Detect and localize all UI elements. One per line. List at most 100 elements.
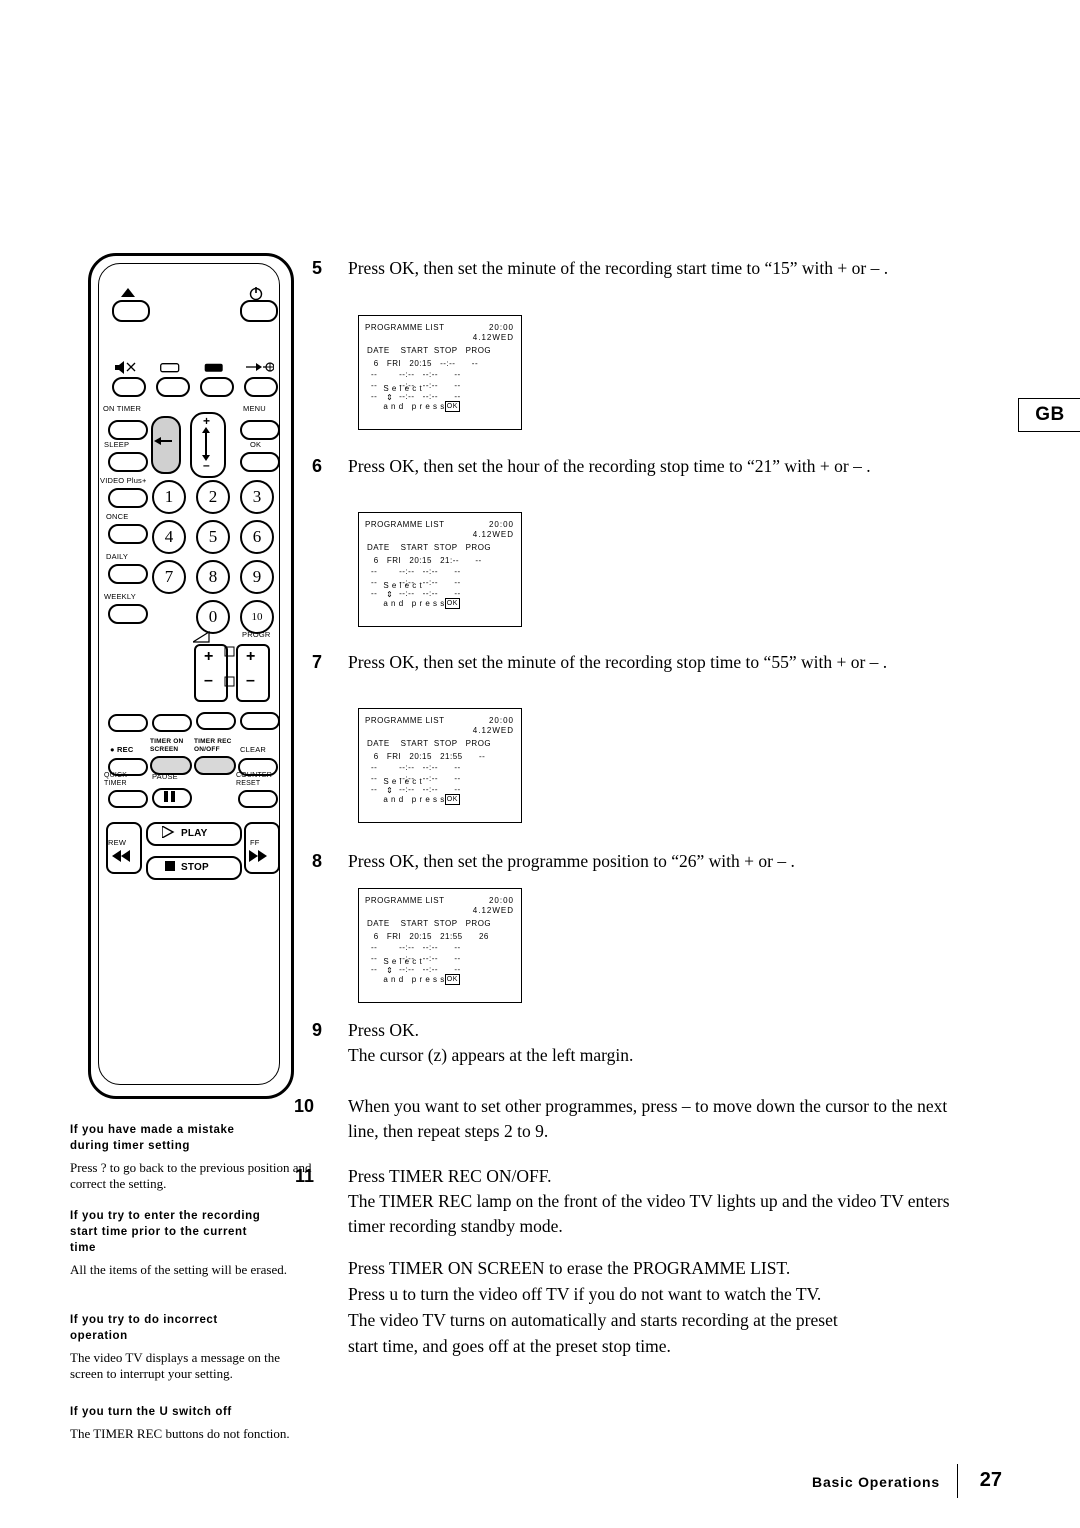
osd-1-title: PROGRAMME LIST	[365, 323, 445, 332]
pause-icon	[164, 791, 175, 802]
label-quick-timer: QUICK TIMER	[104, 772, 128, 787]
note-1-body: Press ? to go back to the previous posit…	[70, 1160, 312, 1191]
closing-line-1: Press TIMER ON SCREEN to erase the PROGR…	[348, 1258, 791, 1278]
osd-3-ok-badge: OK	[444, 794, 460, 805]
video-plus-button	[108, 488, 148, 508]
osd-2-ok-badge: OK	[444, 598, 460, 609]
key-8: 8	[196, 560, 230, 594]
osd-2-row-1: 6 FRI 20:15 21:-- --	[371, 556, 482, 565]
label-pause: PAUSE	[152, 772, 178, 781]
note-2-heading: If you try to enter the recording start …	[70, 1210, 261, 1254]
label-weekly: WEEKLY	[104, 592, 136, 601]
weekly-button	[108, 604, 148, 624]
note-1-heading: If you have made a mistake during timer …	[70, 1124, 235, 1152]
osd-1-ok-badge: OK	[444, 401, 460, 412]
label-video-plus: VIDEO Plus+	[100, 476, 147, 485]
osd-2-header: DATE START STOP PROG	[367, 543, 492, 552]
mute-icon	[115, 361, 136, 374]
page-number: 27	[979, 1469, 1002, 1491]
label-rec: ● REC	[110, 745, 134, 754]
osd-2-footer-and-press: a n d p r e s s	[383, 599, 445, 608]
eject-button	[112, 300, 150, 322]
osd-1-footer: S e l e c t ⇕ a n d p r e s s OK	[367, 375, 460, 422]
updown-glyph-icon: ⇕	[383, 966, 396, 975]
osd-2-footer: S e l e c t ⇕ a n d p r e s s OK	[367, 572, 460, 619]
osd-1-header: DATE START STOP PROG	[367, 346, 492, 355]
function-button-1	[108, 714, 148, 732]
key-6: 6	[240, 520, 274, 554]
volume-up-label: +	[204, 648, 214, 665]
label-ff: FF	[250, 838, 260, 847]
note-4-body: The TIMER REC buttons do not fonction.	[70, 1426, 290, 1441]
footer-section-label: Basic Operations	[812, 1474, 940, 1490]
ok-button	[240, 452, 280, 472]
dpad-plus-label: +	[203, 414, 211, 428]
counter-reset-button	[238, 790, 278, 808]
function-button-4	[240, 712, 280, 730]
updown-glyph-icon: ⇕	[383, 786, 396, 795]
key-3: 3	[240, 480, 274, 514]
note-3-body: The video TV displays a message on the s…	[70, 1350, 281, 1381]
step-9-text: Press OK. The cursor (z) appears at the …	[348, 1020, 634, 1065]
note-4-heading: If you turn the U switch off	[70, 1406, 232, 1418]
play-icon	[162, 826, 175, 838]
label-clear: CLEAR	[240, 745, 267, 754]
osd-1-row-1: 6 FRI 20:15 --:-- --	[371, 359, 479, 368]
osd-4-ok-badge: OK	[444, 974, 460, 985]
display-button	[156, 377, 190, 397]
key-0: 0	[196, 600, 230, 634]
step-9-number: 9	[311, 1020, 322, 1040]
left-arrow-icon	[154, 437, 172, 445]
rewind-icon	[112, 850, 130, 862]
menu-button	[240, 420, 280, 440]
daily-button	[108, 564, 148, 584]
key-1: 1	[152, 480, 186, 514]
rew-button	[106, 822, 142, 874]
timer-rec-onoff-button	[194, 756, 236, 775]
osd-3-footer-and-press: a n d p r e s s	[383, 795, 445, 804]
key-ten-plus: 10	[240, 600, 274, 634]
step-8-text: Press OK, then set the programme positio…	[348, 851, 795, 871]
gb-language-tab: GB	[1018, 398, 1080, 432]
key-4: 4	[152, 520, 186, 554]
osd-2-date: 4.12WED	[472, 530, 514, 539]
function-button-2	[152, 714, 192, 732]
label-progr: PROGR	[242, 630, 271, 639]
key-7: 7	[152, 560, 186, 594]
osd-4-footer-select: S e l e c t	[383, 957, 423, 966]
channel-up-icon	[224, 646, 235, 657]
quick-timer-button	[108, 790, 148, 808]
osd-3-footer: S e l e c t ⇕ a n d p r e s s OK	[367, 768, 460, 815]
label-timer-rec-onoff: TIMER REC ON/OFF	[194, 738, 232, 753]
osd-screen-1: PROGRAMME LIST 20:00 4.12WED DATE START …	[358, 315, 522, 430]
closing-line-2: Press u to turn the video off TV if you …	[348, 1284, 822, 1304]
label-ok: OK	[250, 440, 262, 449]
input-select-button	[244, 377, 278, 397]
osd-4-header: DATE START STOP PROG	[367, 919, 492, 928]
volume-down-label: –	[204, 672, 214, 689]
manual-page: GB ON TIMER MENU SLEEP OK + – VIDEO Plus…	[0, 0, 1080, 1528]
osd-4-date: 4.12WED	[472, 906, 514, 915]
once-button	[108, 524, 148, 544]
osd-2-title: PROGRAMME LIST	[365, 520, 445, 529]
osd-4-clock: 20:00	[488, 896, 514, 905]
note-3-heading: If you try to do incorrect operation	[70, 1314, 218, 1342]
input-toggle-icon	[246, 362, 274, 372]
step-5-number: 5	[311, 258, 322, 278]
sleep-button	[108, 452, 148, 472]
updown-glyph-icon: ⇕	[383, 393, 396, 402]
osd-screen-2: PROGRAMME LIST 20:00 4.12WED DATE START …	[358, 512, 522, 627]
osd-screen-3: PROGRAMME LIST 20:00 4.12WED DATE START …	[358, 708, 522, 823]
step-6-text: Press OK, then set the hour of the recor…	[348, 456, 871, 476]
stop-icon	[165, 861, 175, 871]
power-button	[240, 300, 278, 322]
label-once: ONCE	[106, 512, 129, 521]
osd-screen-4: PROGRAMME LIST 20:00 4.12WED DATE START …	[358, 888, 522, 1003]
osd-4-footer: S e l e c t ⇕ a n d p r e s s OK	[367, 948, 460, 995]
label-rew: REW	[108, 838, 127, 847]
osd-4-footer-and-press: a n d p r e s s	[383, 975, 445, 984]
label-counter-reset: COUNTER RESET	[236, 772, 273, 787]
eject-icon	[121, 288, 135, 297]
osd-1-footer-select: S e l e c t	[383, 384, 423, 393]
label-timer-on-screen: TIMER ON SCREEN	[150, 738, 184, 753]
